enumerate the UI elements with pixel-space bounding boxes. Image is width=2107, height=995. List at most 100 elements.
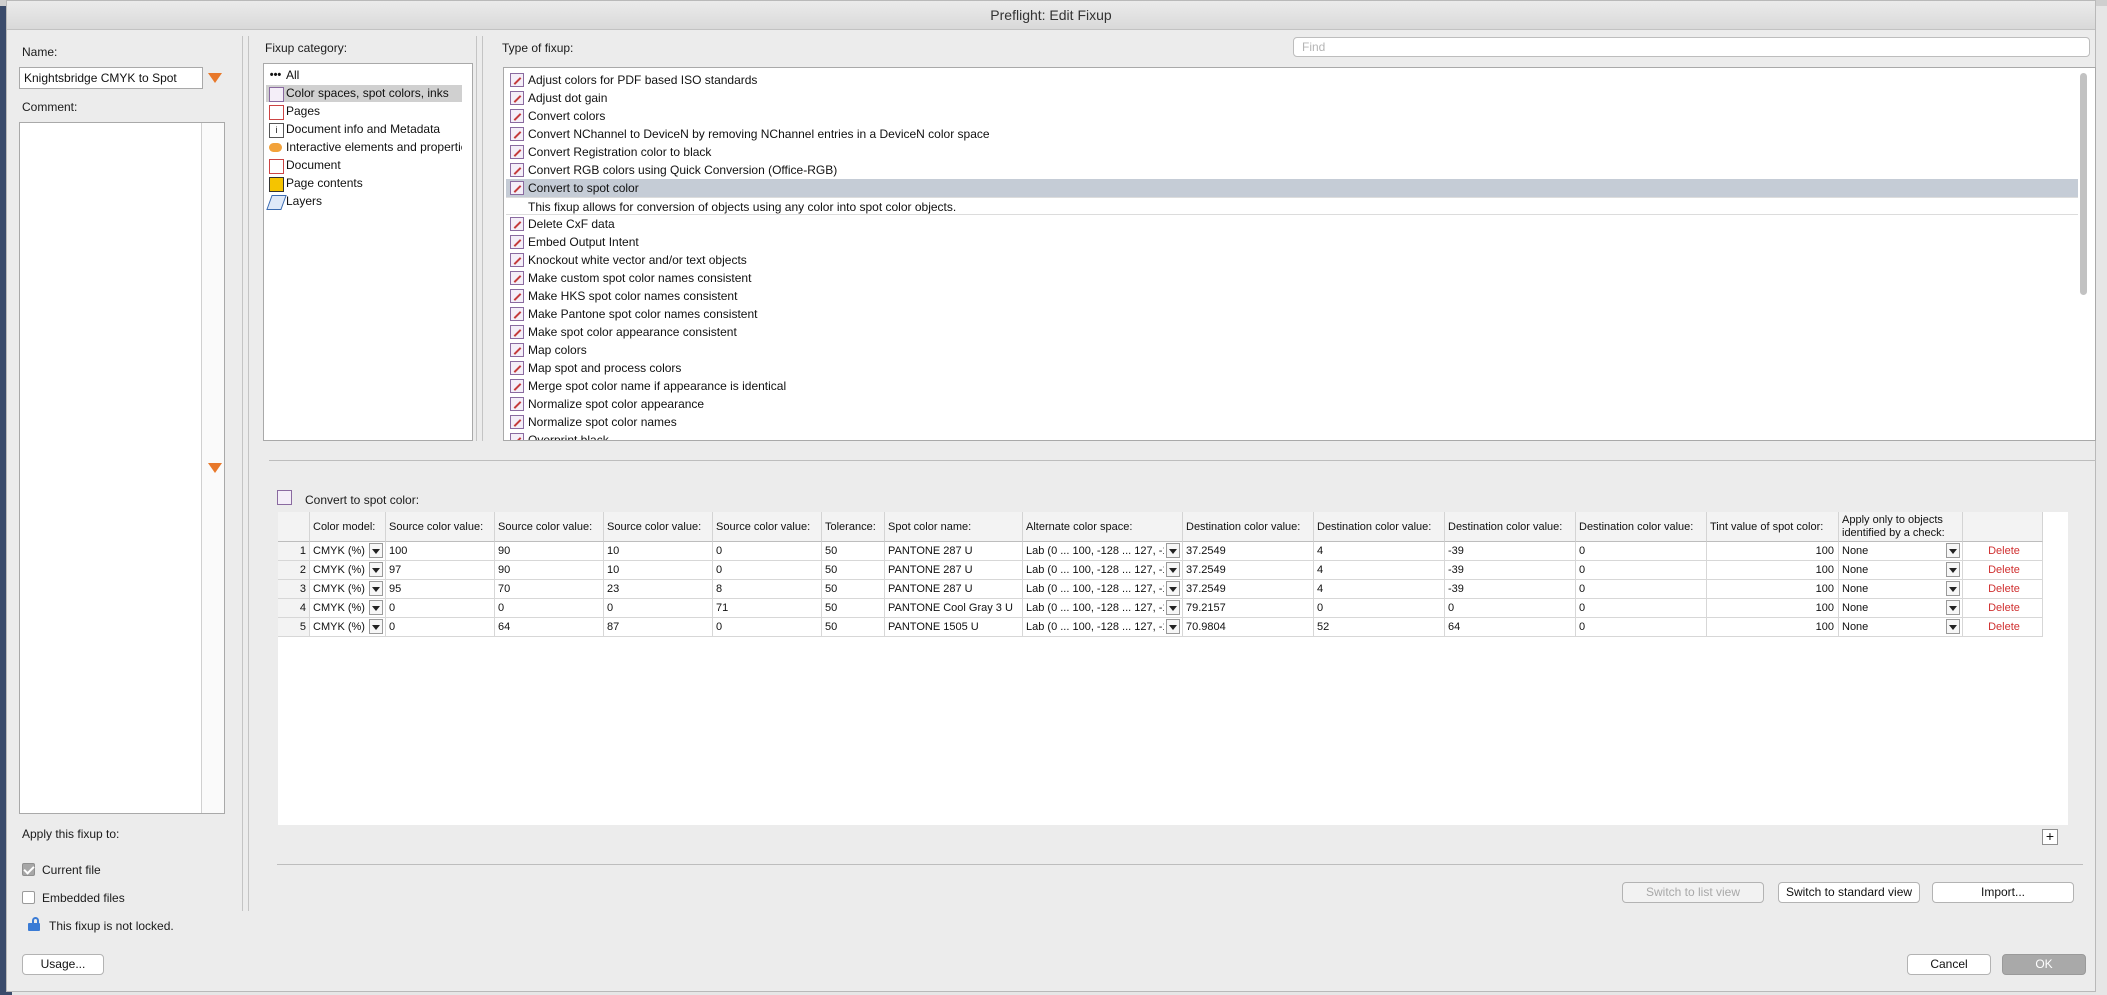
fixup-type-item[interactable]: Overprint black <box>506 431 2078 440</box>
delete-row-button[interactable]: Delete <box>1963 580 2043 599</box>
table-cell[interactable]: 10 <box>604 561 713 580</box>
table-cell[interactable]: 100 <box>1707 580 1839 599</box>
category-item-layers[interactable]: Layers <box>266 193 462 210</box>
table-cell[interactable]: 90 <box>495 561 604 580</box>
table-cell[interactable]: Lab (0 ... 100, -128 ... 127, -128 ... 1… <box>1023 618 1183 637</box>
table-cell[interactable]: Lab (0 ... 100, -128 ... 127, -128 ... 1… <box>1023 561 1183 580</box>
usage-button[interactable]: Usage... <box>22 954 104 975</box>
fixup-type-item[interactable]: Embed Output Intent <box>506 233 2078 251</box>
table-cell[interactable]: 87 <box>604 618 713 637</box>
table-cell[interactable]: None <box>1839 599 1963 618</box>
table-cell[interactable]: Lab (0 ... 100, -128 ... 127, -128 ... 1… <box>1023 542 1183 561</box>
table-cell[interactable]: 100 <box>1707 618 1839 637</box>
table-cell[interactable]: 52 <box>1314 618 1445 637</box>
table-cell[interactable]: 37.2549 <box>1183 580 1314 599</box>
table-cell[interactable]: CMYK (%) <box>310 542 386 561</box>
table-cell[interactable]: 0 <box>1445 599 1576 618</box>
middle-splitter[interactable] <box>476 36 477 441</box>
fixup-type-item[interactable]: Map spot and process colors <box>506 359 2078 377</box>
table-cell[interactable]: PANTONE 287 U <box>885 580 1023 599</box>
fixup-type-item[interactable]: Make Pantone spot color names consistent <box>506 305 2078 323</box>
table-cell[interactable]: 50 <box>822 580 885 599</box>
fixup-type-item[interactable]: Knockout white vector and/or text object… <box>506 251 2078 269</box>
table-cell[interactable]: 4 <box>1314 561 1445 580</box>
fixup-type-item[interactable]: Convert RGB colors using Quick Conversio… <box>506 161 2078 179</box>
table-cell[interactable]: 50 <box>822 599 885 618</box>
fixup-type-item[interactable]: Convert NChannel to DeviceN by removing … <box>506 125 2078 143</box>
dropdown-arrow-icon[interactable] <box>1166 562 1180 577</box>
fixup-type-item[interactable]: Adjust colors for PDF based ISO standard… <box>506 71 2078 89</box>
table-cell[interactable]: 0 <box>713 561 822 580</box>
add-row-button[interactable]: + <box>2042 829 2058 845</box>
table-cell[interactable]: 0 <box>495 599 604 618</box>
category-item-document[interactable]: Document <box>266 157 462 174</box>
table-cell[interactable]: None <box>1839 618 1963 637</box>
dropdown-arrow-icon[interactable] <box>1166 543 1180 558</box>
embedded-files-checkbox[interactable] <box>22 891 35 904</box>
delete-row-button[interactable]: Delete <box>1963 618 2043 637</box>
table-cell[interactable]: CMYK (%) <box>310 561 386 580</box>
table-cell[interactable]: 64 <box>495 618 604 637</box>
dropdown-arrow-icon[interactable] <box>1166 600 1180 615</box>
current-file-checkbox[interactable] <box>22 863 35 876</box>
category-item-interactive[interactable]: Interactive elements and properties <box>266 139 462 156</box>
table-cell[interactable]: -39 <box>1445 561 1576 580</box>
horizontal-splitter[interactable] <box>269 460 2096 461</box>
dropdown-arrow-icon[interactable] <box>1946 619 1960 634</box>
dropdown-arrow-icon[interactable] <box>369 600 383 615</box>
name-dropdown-button[interactable] <box>203 67 227 89</box>
table-cell[interactable]: 4 <box>1314 542 1445 561</box>
table-cell[interactable]: PANTONE 287 U <box>885 561 1023 580</box>
table-cell[interactable]: CMYK (%) <box>310 618 386 637</box>
table-cell[interactable]: Lab (0 ... 100, -128 ... 127, -128 ... 1… <box>1023 580 1183 599</box>
table-cell[interactable]: None <box>1839 561 1963 580</box>
switch-to-standard-view-button[interactable]: Switch to standard view <box>1778 882 1920 903</box>
table-cell[interactable]: CMYK (%) <box>310 580 386 599</box>
table-cell[interactable]: 70.9804 <box>1183 618 1314 637</box>
table-cell[interactable]: 23 <box>604 580 713 599</box>
fixup-type-item[interactable]: Convert to spot color <box>506 179 2078 197</box>
switch-to-list-view-button[interactable]: Switch to list view <box>1622 882 1764 903</box>
table-cell[interactable]: 0 <box>1314 599 1445 618</box>
fixup-type-item[interactable]: Normalize spot color appearance <box>506 395 2078 413</box>
table-cell[interactable]: None <box>1839 580 1963 599</box>
delete-row-button[interactable]: Delete <box>1963 599 2043 618</box>
unlock-icon[interactable] <box>28 917 40 931</box>
fixup-type-item[interactable]: Normalize spot color names <box>506 413 2078 431</box>
table-cell[interactable]: -39 <box>1445 580 1576 599</box>
table-cell[interactable]: 50 <box>822 561 885 580</box>
category-item-pages[interactable]: Pages <box>266 103 462 120</box>
fixup-list-scrollbar[interactable] <box>2080 73 2087 295</box>
fixup-type-item[interactable]: Make custom spot color names consistent <box>506 269 2078 287</box>
fixup-type-item[interactable]: Delete CxF data <box>506 215 2078 233</box>
category-item-color-spaces[interactable]: Color spaces, spot colors, inks <box>266 85 462 102</box>
fixup-type-item[interactable]: Adjust dot gain <box>506 89 2078 107</box>
table-cell[interactable]: PANTONE 1505 U <box>885 618 1023 637</box>
table-cell[interactable]: 0 <box>1576 618 1707 637</box>
table-cell[interactable]: 100 <box>1707 561 1839 580</box>
fixup-type-item[interactable]: Map colors <box>506 341 2078 359</box>
table-cell[interactable]: 0 <box>604 599 713 618</box>
comment-expand-button[interactable] <box>203 457 227 479</box>
table-cell[interactable]: 0 <box>713 542 822 561</box>
table-cell[interactable]: Lab (0 ... 100, -128 ... 127, -128 ... 1… <box>1023 599 1183 618</box>
table-cell[interactable]: 0 <box>1576 561 1707 580</box>
table-cell[interactable]: 100 <box>386 542 495 561</box>
table-cell[interactable]: 50 <box>822 542 885 561</box>
table-cell[interactable]: 10 <box>604 542 713 561</box>
table-cell[interactable]: 79.2157 <box>1183 599 1314 618</box>
table-cell[interactable]: 100 <box>1707 542 1839 561</box>
table-cell[interactable]: 64 <box>1445 618 1576 637</box>
table-cell[interactable]: None <box>1839 542 1963 561</box>
comment-field[interactable] <box>19 122 225 814</box>
dropdown-arrow-icon[interactable] <box>369 543 383 558</box>
table-cell[interactable]: 4 <box>1314 580 1445 599</box>
dropdown-arrow-icon[interactable] <box>369 562 383 577</box>
delete-row-button[interactable]: Delete <box>1963 561 2043 580</box>
fixup-type-item[interactable]: Convert colors <box>506 107 2078 125</box>
ok-button[interactable]: OK <box>2002 954 2086 975</box>
dropdown-arrow-icon[interactable] <box>1946 600 1960 615</box>
dropdown-arrow-icon[interactable] <box>1946 543 1960 558</box>
category-item-page-contents[interactable]: Page contents <box>266 175 462 192</box>
category-item-all[interactable]: ••• All <box>266 67 462 84</box>
